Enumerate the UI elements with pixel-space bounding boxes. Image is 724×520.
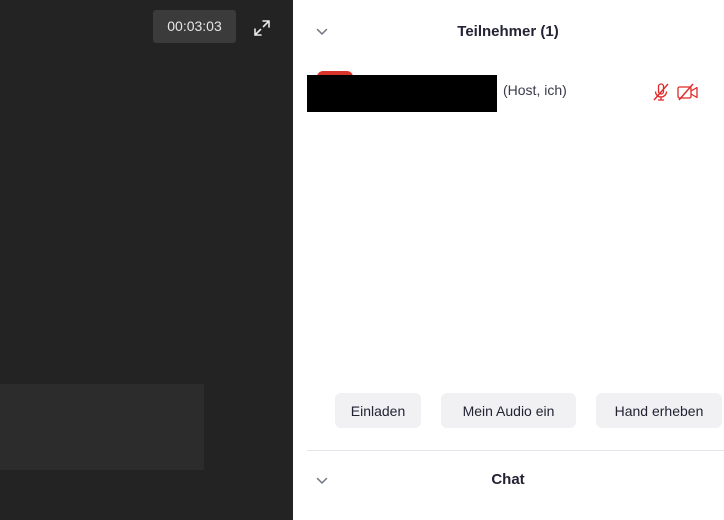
- meeting-window: 00:03:03 Teilnehmer (1) (Host, ich) Einl…: [0, 0, 724, 520]
- meeting-timer: 00:03:03: [153, 10, 236, 43]
- video-off-icon: [677, 83, 698, 101]
- chat-collapse-button[interactable]: [313, 472, 331, 490]
- raise-hand-button[interactable]: Hand erheben: [596, 393, 722, 428]
- participant-name-redacted: [307, 75, 497, 112]
- chevron-down-icon: [316, 477, 328, 484]
- invite-button[interactable]: Einladen: [335, 393, 421, 428]
- unmute-button[interactable]: Mein Audio ein: [441, 393, 576, 428]
- participants-collapse-button[interactable]: [313, 23, 331, 41]
- expand-icon: [254, 19, 270, 36]
- participant-row[interactable]: (Host, ich): [307, 70, 707, 114]
- chat-header: Chat: [293, 451, 724, 511]
- participant-actions: Einladen Mein Audio ein Hand erheben: [293, 393, 724, 429]
- video-area: 00:03:03: [0, 0, 293, 520]
- participant-role: (Host, ich): [503, 82, 567, 98]
- chevron-down-icon: [316, 28, 328, 35]
- mic-status[interactable]: [649, 80, 673, 104]
- side-panel: Teilnehmer (1) (Host, ich) Einladen Mein…: [293, 0, 724, 520]
- participants-title: Teilnehmer (1): [457, 23, 559, 40]
- microphone-muted-icon: [653, 83, 669, 101]
- video-status[interactable]: [676, 80, 700, 104]
- participants-header: Teilnehmer (1): [293, 0, 724, 60]
- expand-button[interactable]: [244, 11, 280, 44]
- chat-title: Chat: [491, 471, 525, 488]
- video-thumbnail: [0, 384, 204, 470]
